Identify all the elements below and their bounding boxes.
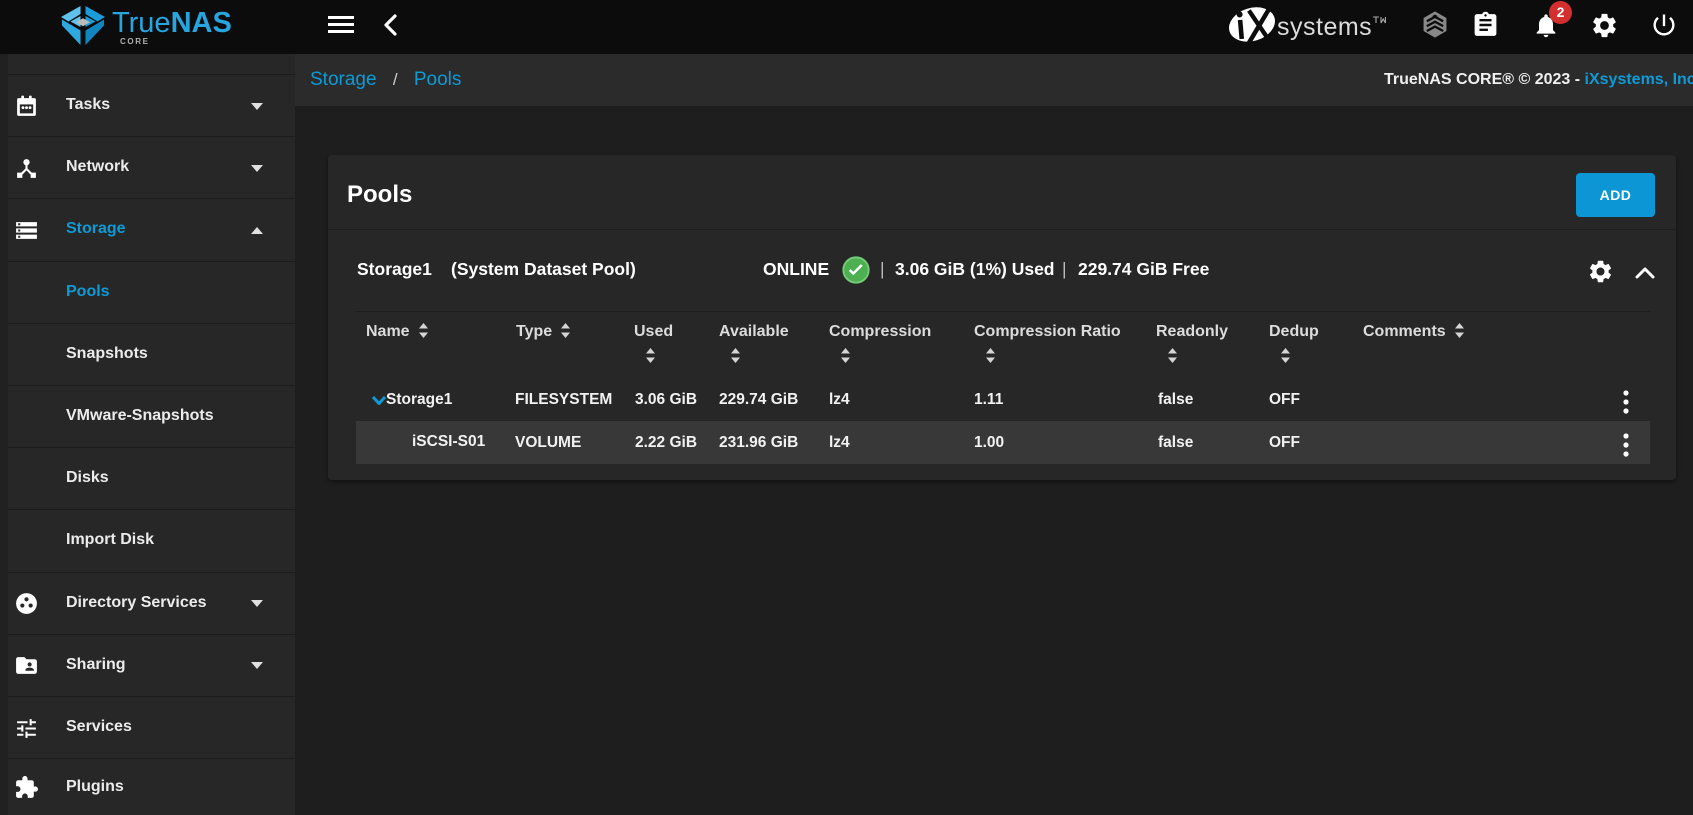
svg-text:systems: systems bbox=[1277, 13, 1372, 41]
